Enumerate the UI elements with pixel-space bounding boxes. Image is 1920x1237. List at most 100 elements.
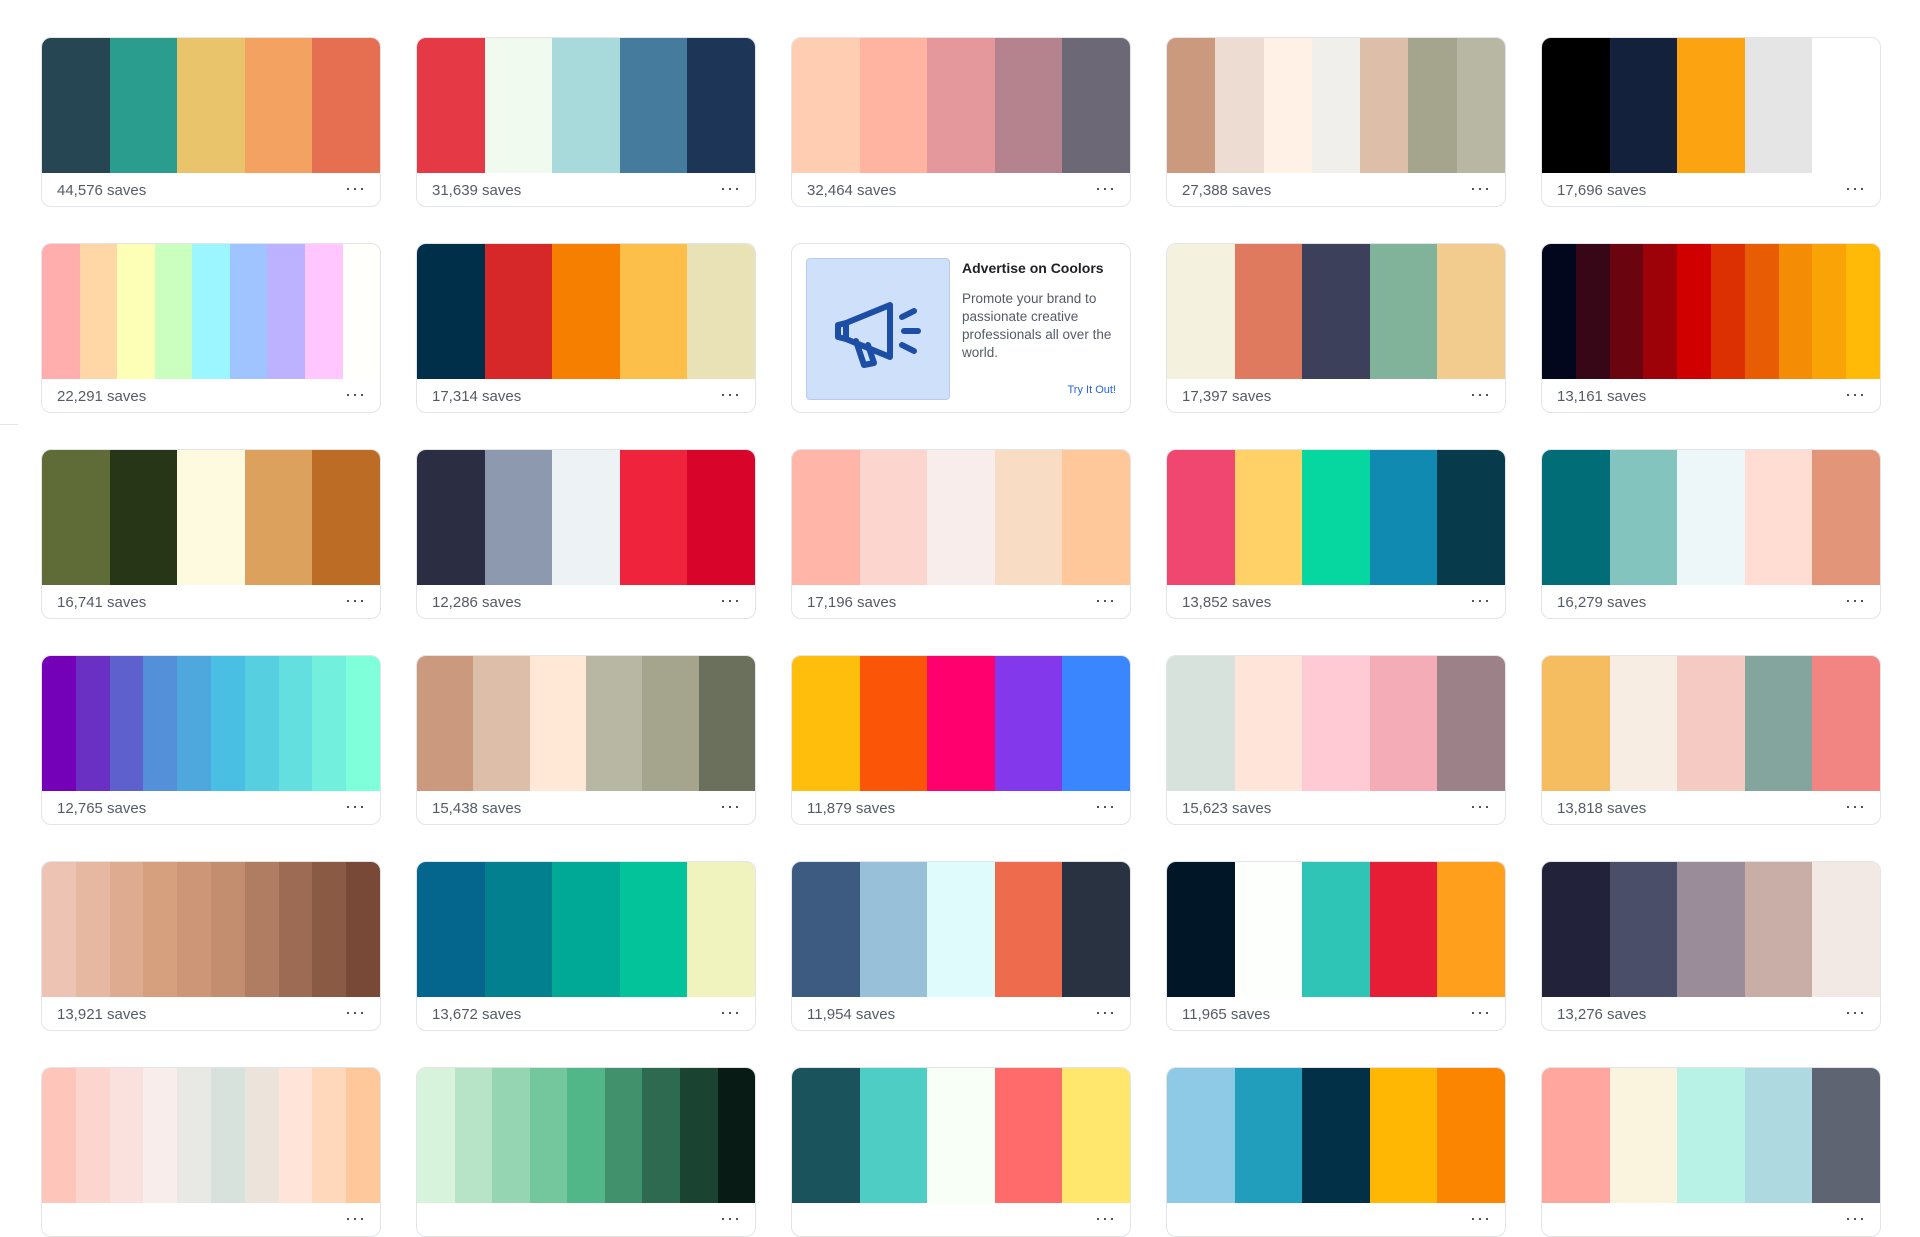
more-options-icon[interactable]: ··· [720, 179, 741, 203]
color-swatch[interactable] [1677, 38, 1745, 173]
color-swatch[interactable] [417, 38, 485, 173]
color-swatch[interactable] [304, 244, 343, 379]
color-swatch[interactable] [1677, 1068, 1745, 1203]
color-swatch[interactable] [244, 656, 279, 791]
palette-card[interactable]: 12,765 saves ··· [41, 655, 381, 825]
color-swatch[interactable] [1643, 244, 1678, 379]
color-swatch[interactable] [927, 862, 995, 997]
palette-card[interactable]: 27,388 saves ··· [1166, 37, 1506, 207]
color-swatch[interactable] [42, 862, 76, 997]
color-swatch[interactable] [567, 1068, 605, 1203]
color-swatch[interactable] [1062, 450, 1130, 585]
palette-swatches[interactable] [417, 450, 755, 585]
color-swatch[interactable] [79, 244, 118, 379]
color-swatch[interactable] [1609, 244, 1644, 379]
color-swatch[interactable] [619, 450, 688, 585]
color-swatch[interactable] [484, 38, 553, 173]
color-swatch[interactable] [109, 1068, 144, 1203]
palette-card[interactable]: 11,965 saves ··· [1166, 861, 1506, 1031]
color-swatch[interactable] [417, 1068, 455, 1203]
palette-swatches[interactable] [792, 38, 1130, 173]
color-swatch[interactable] [1744, 1068, 1813, 1203]
palette-card[interactable]: 17,196 saves ··· [791, 449, 1131, 619]
color-swatch[interactable] [1812, 862, 1880, 997]
color-swatch[interactable] [698, 656, 755, 791]
color-swatch[interactable] [177, 656, 211, 791]
color-swatch[interactable] [417, 244, 485, 379]
color-swatch[interactable] [859, 656, 928, 791]
color-swatch[interactable] [1437, 1068, 1505, 1203]
color-swatch[interactable] [1302, 244, 1370, 379]
palette-card[interactable]: 13,672 saves ··· [416, 861, 756, 1031]
palette-card[interactable]: 31,639 saves ··· [416, 37, 756, 207]
color-swatch[interactable] [1311, 38, 1361, 173]
color-swatch[interactable] [244, 450, 313, 585]
color-swatch[interactable] [492, 1068, 530, 1203]
color-swatch[interactable] [1456, 38, 1505, 173]
color-swatch[interactable] [109, 862, 144, 997]
palette-card[interactable]: 15,438 saves ··· [416, 655, 756, 825]
color-swatch[interactable] [109, 38, 178, 173]
color-swatch[interactable] [1744, 656, 1813, 791]
color-swatch[interactable] [1812, 450, 1880, 585]
palette-swatches[interactable] [42, 1068, 380, 1203]
palette-swatches[interactable] [792, 656, 1130, 791]
more-options-icon[interactable]: ··· [720, 385, 741, 409]
color-swatch[interactable] [1677, 244, 1711, 379]
more-options-icon[interactable]: ··· [1470, 179, 1491, 203]
color-swatch[interactable] [1215, 38, 1264, 173]
palette-card[interactable]: 17,314 saves ··· [416, 243, 756, 413]
more-options-icon[interactable]: ··· [345, 179, 366, 203]
color-swatch[interactable] [244, 862, 279, 997]
palette-swatches[interactable] [417, 244, 755, 379]
palette-swatches[interactable] [42, 450, 380, 585]
color-swatch[interactable] [210, 862, 245, 997]
more-options-icon[interactable]: ··· [1845, 179, 1866, 203]
color-swatch[interactable] [1360, 38, 1409, 173]
more-options-icon[interactable]: ··· [1470, 797, 1491, 821]
color-swatch[interactable] [1846, 244, 1880, 379]
color-swatch[interactable] [585, 656, 643, 791]
more-options-icon[interactable]: ··· [1470, 591, 1491, 615]
color-swatch[interactable] [552, 862, 620, 997]
color-swatch[interactable] [1812, 1068, 1880, 1203]
color-swatch[interactable] [1167, 656, 1235, 791]
color-swatch[interactable] [994, 38, 1063, 173]
color-swatch[interactable] [346, 862, 380, 997]
color-swatch[interactable] [1437, 450, 1505, 585]
palette-card[interactable]: 13,161 saves ··· [1541, 243, 1881, 413]
ad-cta-link[interactable]: Try It Out! [1068, 384, 1117, 396]
color-swatch[interactable] [484, 862, 553, 997]
color-swatch[interactable] [1609, 450, 1678, 585]
color-swatch[interactable] [1437, 862, 1505, 997]
color-swatch[interactable] [1369, 656, 1438, 791]
color-swatch[interactable] [604, 1068, 643, 1203]
color-swatch[interactable] [278, 1068, 313, 1203]
color-swatch[interactable] [1744, 862, 1813, 997]
color-swatch[interactable] [717, 1068, 755, 1203]
more-options-icon[interactable]: ··· [345, 385, 366, 409]
color-swatch[interactable] [1609, 656, 1678, 791]
color-swatch[interactable] [619, 244, 688, 379]
palette-swatches[interactable] [1542, 862, 1880, 997]
color-swatch[interactable] [1744, 244, 1779, 379]
palette-swatches[interactable] [1542, 38, 1880, 173]
color-swatch[interactable] [210, 656, 245, 791]
palette-swatches[interactable] [1167, 1068, 1505, 1203]
color-swatch[interactable] [619, 862, 688, 997]
palette-swatches[interactable] [1167, 244, 1505, 379]
color-swatch[interactable] [1167, 1068, 1235, 1203]
color-swatch[interactable] [994, 450, 1063, 585]
color-swatch[interactable] [679, 1068, 718, 1203]
color-swatch[interactable] [1302, 450, 1370, 585]
color-swatch[interactable] [312, 1068, 347, 1203]
more-options-icon[interactable]: ··· [1845, 591, 1866, 615]
palette-card[interactable]: 13,276 saves ··· [1541, 861, 1881, 1031]
color-swatch[interactable] [75, 656, 110, 791]
palette-card[interactable]: 11,879 saves ··· [791, 655, 1131, 825]
palette-card[interactable]: 16,741 saves ··· [41, 449, 381, 619]
color-swatch[interactable] [1575, 244, 1610, 379]
more-options-icon[interactable]: ··· [345, 797, 366, 821]
color-swatch[interactable] [792, 1068, 860, 1203]
color-swatch[interactable] [1263, 38, 1312, 173]
